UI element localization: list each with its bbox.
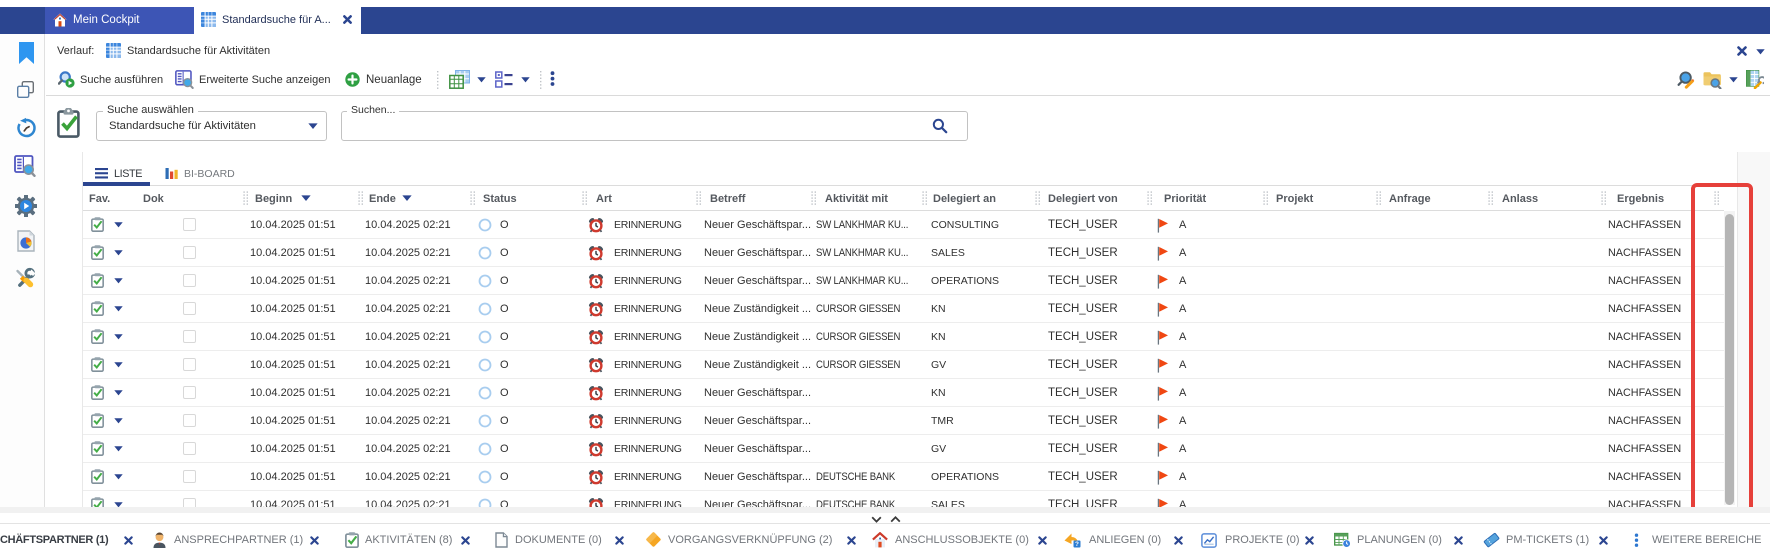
svg-text:?: ? <box>1075 541 1079 548</box>
